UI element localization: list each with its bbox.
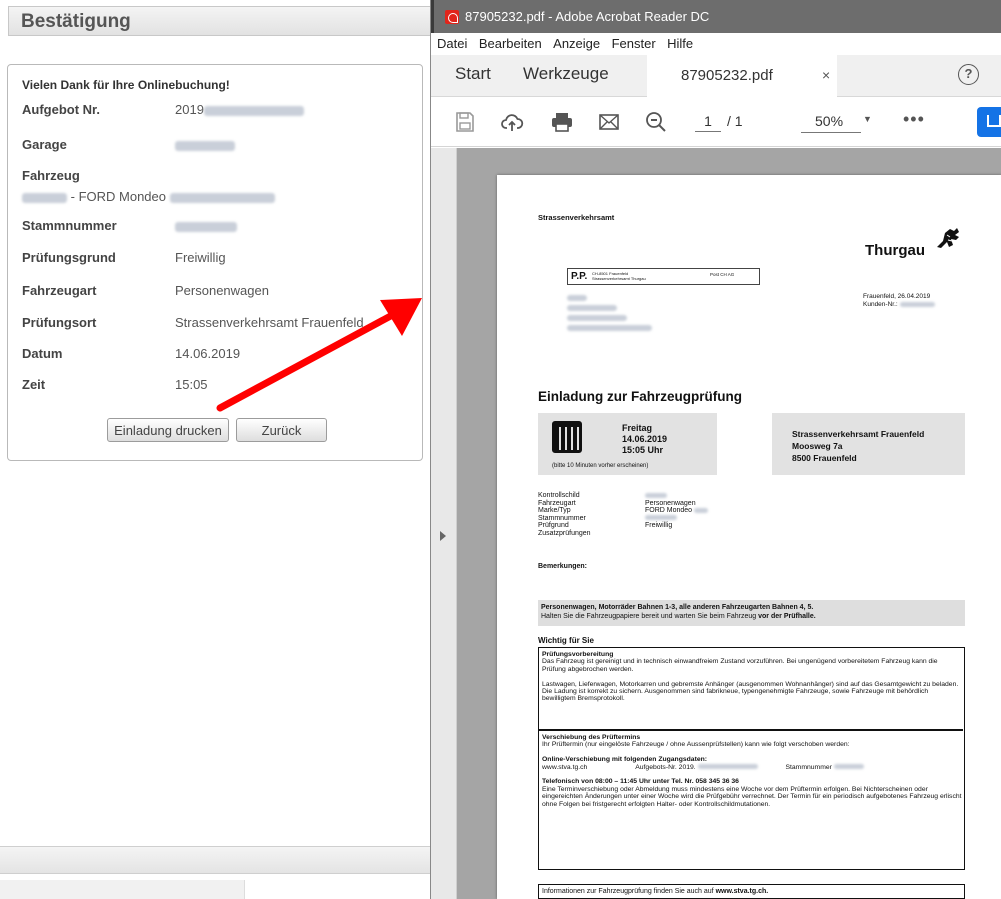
label-stammnummer: Stammnummer [22,218,117,233]
value-aufgebot: 2019 [175,102,304,117]
recipient-address [567,295,697,331]
pp-post: Post CH AG [710,272,735,277]
tab-start[interactable]: Start [455,64,491,84]
label-datum: Datum [22,346,63,361]
menu-fenster[interactable]: Fenster [612,33,656,55]
page-number-input[interactable]: 1 [695,110,721,132]
pdf-logo: Thurgau [865,242,925,259]
bottom-strip [0,880,245,899]
value-pruefungsgrund: Freiwillig [175,250,226,265]
appointment-note: (bitte 10 Minuten vorher erscheinen) [552,463,649,469]
acrobat-app-icon [445,10,459,24]
more-options-icon[interactable]: ••• [903,109,925,130]
important-heading: Wichtig für Sie [538,636,594,645]
help-icon[interactable]: ? [958,64,979,85]
label-aufgebot: Aufgebot Nr. [22,102,100,117]
menu-anzeige[interactable]: Anzeige [553,33,600,55]
detail-labels: Kontrollschild Fahrzeugart Marke/Typ Sta… [538,492,591,537]
zoom-select[interactable]: 50% [801,110,861,133]
calendar-icon [552,421,582,453]
menu-bar: Datei Bearbeiten Anzeige Fenster Hilfe [431,33,1001,55]
tab-document-label: 87905232.pdf [681,67,773,84]
reschedule-section: Verschiebung des Prüftermins Ihr Prüfter… [542,734,962,808]
place-date: Frauenfeld, 26.04.2019 Kunden-Nr.: [863,293,935,309]
page-title: Bestätigung [21,11,131,32]
document-viewport: Strassenverkehrsamt Thurgau P.P. CH-8501… [431,148,1001,899]
lanes-box: Personenwagen, Motorräder Bahnen 1-3, al… [538,600,965,626]
tab-bar: Start Werkzeuge 87905232.pdf × ? [431,55,1001,97]
mail-icon[interactable] [597,110,621,134]
tab-close-icon[interactable]: × [822,67,830,83]
thanks-message: Vielen Dank für Ihre Onlinebuchung! [22,78,230,92]
share-icon[interactable] [977,107,1001,137]
detail-values: Personenwagen FORD Mondeo Freiwillig [645,492,709,538]
page-header: Bestätigung [8,6,430,36]
appointment-details: Freitag 14.06.2019 15:05 Uhr [622,423,668,455]
pdf-sender: Strassenverkehrsamt [538,213,615,222]
value-fahrzeug: - FORD Mondeo [22,189,275,204]
label-pruefungsgrund: Prüfungsgrund [22,250,116,265]
value-zeit: 15:05 [175,377,208,392]
window-title: 87905232.pdf - Adobe Acrobat Reader DC [465,9,710,24]
acrobat-window: 87905232.pdf - Adobe Acrobat Reader DC D… [430,0,1001,899]
menu-datei[interactable]: Datei [437,33,467,55]
pdf-page: Strassenverkehrsamt Thurgau P.P. CH-8501… [497,175,1001,899]
info-box: Prüfungsvorbereitung Das Fahrzeug ist ge… [538,647,965,870]
tab-document[interactable]: 87905232.pdf × [647,55,837,97]
tab-tools[interactable]: Werkzeuge [523,64,609,84]
label-garage: Garage [22,137,67,152]
back-button[interactable]: Zurück [236,418,327,442]
chevron-right-icon[interactable] [440,531,446,541]
side-panel-toggle[interactable] [431,148,457,899]
value-stammnummer [175,218,237,233]
pp-label: P.P. [571,271,588,282]
print-invitation-button[interactable]: Einladung drucken [107,418,229,442]
label-fahrzeugart: Fahrzeugart [22,283,97,298]
final-info-box: Informationen zur Fahrzeugprüfung finden… [538,884,965,899]
cloud-upload-icon[interactable] [500,110,524,134]
pp-box: P.P. CH-8501 Frauenfeld Strassenverkehrsa… [567,268,760,285]
value-garage [175,137,235,152]
menu-hilfe[interactable]: Hilfe [667,33,693,55]
zoom-out-icon[interactable] [644,110,668,134]
arrow-shaft [216,308,402,412]
red-arrow-annotation [216,298,422,412]
print-icon[interactable] [550,110,574,134]
thurgau-lion-icon [937,228,959,248]
toolbar: 1 / 1 50% ▼ ••• [431,97,1001,147]
booking-page: Bestätigung Vielen Dank für Ihre Onlineb… [0,0,430,899]
label-fahrzeug: Fahrzeug [22,168,80,183]
page-total: / 1 [727,113,743,129]
label-zeit: Zeit [22,377,46,392]
pp-address: CH-8501 Frauenfeld Strassenverkehrsamt Th… [592,271,646,281]
title-bar: 87905232.pdf - Adobe Acrobat Reader DC [431,0,1001,33]
office-address-box: Strassenverkehrsamt Frauenfeld Moosweg 7… [772,413,965,475]
invitation-title: Einladung zur Fahrzeugprüfung [538,389,742,404]
appointment-box: Freitag 14.06.2019 15:05 Uhr (bitte 10 M… [538,413,717,475]
prep-section: Prüfungsvorbereitung Das Fahrzeug ist ge… [542,651,959,703]
remarks-label: Bemerkungen: [538,563,588,570]
bottom-bar [0,846,430,874]
menu-bearbeiten[interactable]: Bearbeiten [479,33,542,55]
chevron-down-icon[interactable]: ▼ [863,114,872,124]
save-icon[interactable] [453,110,477,134]
label-pruefungsort: Prüfungsort [22,315,97,330]
